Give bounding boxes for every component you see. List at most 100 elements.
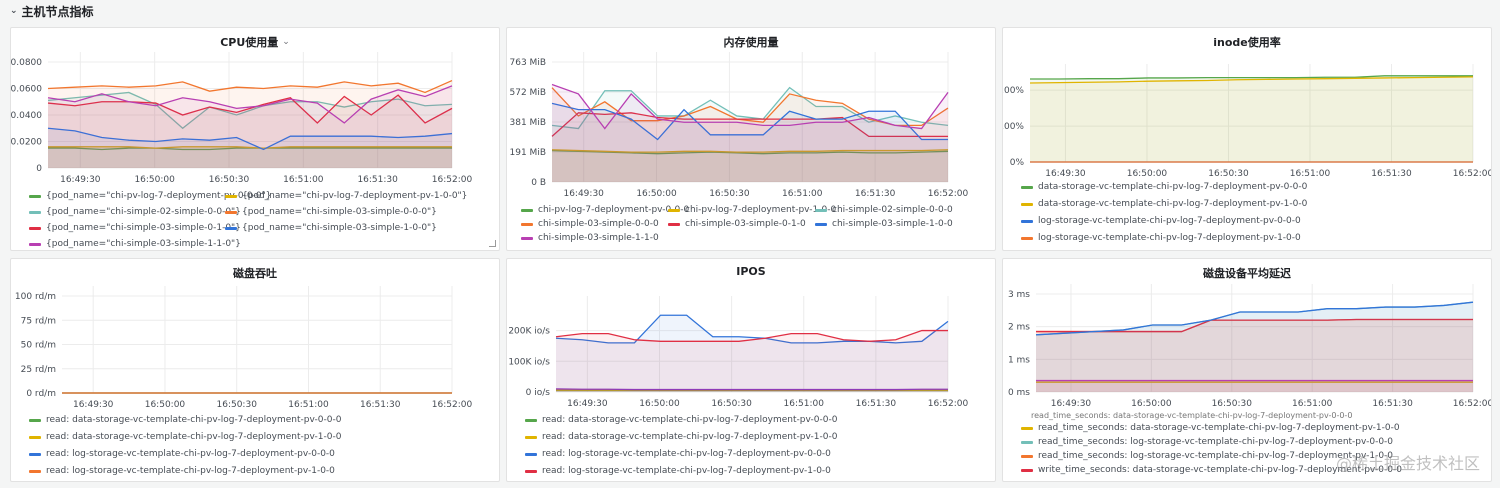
panel-latency[interactable]: 磁盘设备平均延迟 0 ms 1 ms 2 ms 3 ms 16:49:30 16:50:00… [1002,258,1492,482]
legend-swatch [29,452,41,456]
panel-inode[interactable]: inode使用率 0% 0.00100% 0.00200% 16:49:30 16:50:… [1002,27,1492,251]
legend-item[interactable]: {pod_name="chi-simple-03-simple-0-1-0"} [29,223,241,233]
series-area [1036,302,1473,392]
legend-swatch [225,194,237,198]
x-tick-label: 16:50:00 [1127,169,1168,179]
legend-swatch [1021,440,1033,444]
section-header[interactable]: ⌄ 主机节点指标 [0,0,1500,22]
y-tick-label: 0 B [531,178,546,188]
legend-swatch [29,210,41,214]
legend-item[interactable]: chi-simple-03-simple-1-1-0 [521,233,659,243]
legend-label: chi-simple-03-simple-1-1-0 [538,233,659,243]
legend-label: chi-pv-log-7-deployment-pv-1-0-0 [685,205,837,215]
x-tick-label: 16:51:00 [283,175,324,185]
x-tick-label: 16:52:00 [928,189,969,199]
legend-item[interactable]: read: data-storage-vc-template-chi-pv-lo… [29,415,341,425]
legend-item[interactable]: read_time_seconds: data-storage-vc-templ… [1021,423,1400,433]
legend-item[interactable]: {pod_name="chi-simple-02-simple-0-0-0"} [29,207,241,217]
legend-item[interactable]: chi-simple-03-simple-0-0-0 [521,219,659,229]
x-tick-label: 16:52:00 [1453,399,1492,409]
legend-swatch [1021,454,1033,458]
y-tick-label: 0 [36,164,42,174]
legend-item[interactable]: read: data-storage-vc-template-chi-pv-lo… [525,415,837,425]
legend-item[interactable]: data-storage-vc-template-chi-pv-log-7-de… [1021,199,1307,209]
y-tick-label: 381 MiB [510,118,546,128]
x-tick-label: 16:52:00 [432,175,473,185]
chevron-down-icon[interactable]: ⌄ [10,6,18,16]
legend-swatch [29,194,41,198]
legend-item[interactable]: chi-simple-03-simple-1-0-0 [815,219,953,229]
legend-label: {pod_name="chi-simple-02-simple-0-0-0"} [46,207,241,217]
legend-item[interactable]: read: log-storage-vc-template-chi-pv-log… [525,466,831,476]
panel-diskio[interactable]: 磁盘吞吐 0 rd/m 25 rd/m 50 rd/m 75 rd/m 100 rd/m 1… [10,258,500,482]
legend-label: chi-simple-03-simple-0-1-0 [685,219,806,229]
legend-swatch [29,242,41,246]
x-tick-label: 16:51:30 [360,400,401,410]
x-tick-label: 16:50:30 [1212,399,1253,409]
legend-label: {pod_name="chi-simple-03-simple-0-0-0"} [242,207,437,217]
legend-item[interactable]: chi-simple-03-simple-0-1-0 [668,219,806,229]
legend-label: read: log-storage-vc-template-chi-pv-log… [542,466,831,476]
panel-cpu[interactable]: CPU使用量 ⌄ 0 0.0200 0.0400 0.0600 0.0800 16:49:30… [10,27,500,251]
y-tick-label: 0 io/s [526,388,551,398]
legend-label: read: log-storage-vc-template-chi-pv-log… [542,449,831,459]
x-tick-label: 16:52:00 [432,400,473,410]
watermark: @稀土掘金技术社区 [1335,454,1480,473]
legend-item[interactable]: chi-pv-log-7-deployment-pv-1-0-0 [668,205,836,215]
legend-label: data-storage-vc-template-chi-pv-log-7-de… [1038,182,1308,192]
legend-swatch [225,226,237,230]
x-tick-label: 16:50:00 [639,399,680,409]
legend-swatch [525,418,537,422]
legend-item[interactable]: {pod_name="chi-simple-03-simple-1-0-0"} [225,223,437,233]
legend-swatch [1021,236,1033,240]
legend-item[interactable]: read: log-storage-vc-template-chi-pv-log… [29,466,335,476]
chart-latency: 0 ms 1 ms 2 ms 3 ms 16:49:30 16:50:00 16:50:30… [1008,284,1492,409]
legend-label: read_time_seconds: data-storage-vc-templ… [1038,423,1400,433]
x-tick-label: 16:49:30 [563,189,604,199]
legend-item[interactable]: {pod_name="chi-simple-03-simple-0-0-0"} [225,207,437,217]
legend-item[interactable]: read: data-storage-vc-template-chi-pv-lo… [29,432,341,442]
legend-item[interactable]: chi-pv-log-7-deployment-pv-0-0-0 [521,205,689,215]
x-tick-label: 16:50:30 [709,189,750,199]
legend-item[interactable]: read: data-storage-vc-template-chi-pv-lo… [525,432,837,442]
legend-label: log-storage-vc-template-chi-pv-log-7-dep… [1038,233,1301,243]
legend-item[interactable]: chi-simple-02-simple-0-0-0 [815,205,953,215]
legend-label: chi-pv-log-7-deployment-pv-0-0-0 [538,205,690,215]
resize-handle[interactable] [489,240,496,247]
legend-item[interactable]: read_time_seconds: data-storage-vc-templ… [1031,411,1352,420]
y-tick-label: 25 rd/m [21,365,56,375]
legend-swatch [668,208,680,212]
y-tick-label: 2 ms [1008,323,1030,333]
legend-swatch [1021,468,1033,472]
x-tick-label: 16:50:00 [145,400,186,410]
legend-item[interactable]: log-storage-vc-template-chi-pv-log-7-dep… [1021,216,1301,226]
legend-swatch [1021,185,1033,189]
x-tick-label: 16:51:00 [288,400,329,410]
legend-item[interactable]: read: log-storage-vc-template-chi-pv-log… [29,449,335,459]
legend-label: data-storage-vc-template-chi-pv-log-7-de… [1038,199,1308,209]
x-tick-label: 16:51:00 [784,399,825,409]
y-tick-label: 0% [1010,158,1025,168]
legend-swatch [668,222,680,226]
legend-label: {pod_name="chi-simple-03-simple-0-1-0"} [46,223,241,233]
legend-item[interactable]: read: log-storage-vc-template-chi-pv-log… [525,449,831,459]
panel-mem[interactable]: 内存使用量 0 B 191 MiB 381 MiB 572 MiB 763 MiB 16:4… [506,27,996,251]
series-area [1030,76,1473,162]
y-tick-label: 763 MiB [510,58,546,68]
x-tick-label: 16:50:00 [1131,399,1172,409]
series-line [555,388,948,391]
legend-swatch [29,435,41,439]
legend-item[interactable]: read_time_seconds: log-storage-vc-templa… [1021,437,1393,447]
legend-item[interactable]: data-storage-vc-template-chi-pv-log-7-de… [1021,182,1307,192]
legend-label: chi-simple-02-simple-0-0-0 [832,205,953,215]
legend-swatch [29,469,41,473]
legend-item[interactable]: {pod_name="chi-pv-log-7-deployment-pv-1-… [225,191,467,201]
y-tick-label: 0.0400 [11,111,43,121]
legend-label: {pod_name="chi-pv-log-7-deployment-pv-1-… [242,191,468,201]
panel-iops[interactable]: IPOS 0 io/s 100K io/s 200K io/s 16:49:30 16:5… [506,258,996,482]
legend-item[interactable]: log-storage-vc-template-chi-pv-log-7-dep… [1021,233,1301,243]
legend-item[interactable]: {pod_name="chi-simple-03-simple-1-1-0"} [29,239,241,249]
legend-label: read: data-storage-vc-template-chi-pv-lo… [46,415,342,425]
x-tick-label: 16:51:30 [856,399,897,409]
y-tick-label: 75 rd/m [21,316,56,326]
